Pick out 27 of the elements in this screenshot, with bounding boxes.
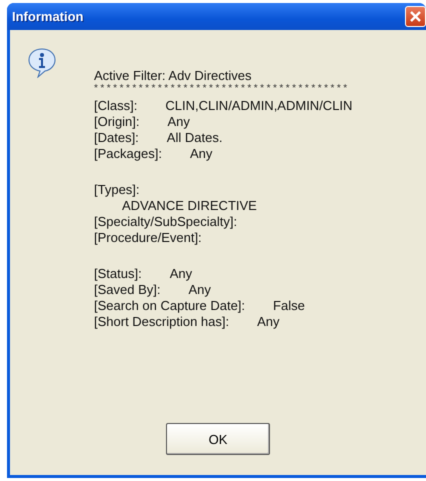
info-icon (28, 48, 56, 78)
filter-value: Any (188, 282, 211, 298)
filter-value: Any (257, 314, 280, 330)
filter-value: False (273, 298, 305, 314)
filter-label: [Search on Capture Date]: (94, 298, 246, 314)
filter-value: All Dates. (166, 130, 222, 146)
filter-label: [Class]: (94, 98, 138, 114)
asterisk-separator: **************************************** (94, 84, 350, 96)
close-icon (409, 10, 422, 23)
filter-text: [Specialty/SubSpecialty]: (94, 214, 238, 230)
filter-text: ADVANCE DIRECTIVE (122, 198, 257, 214)
filter-label: [Packages]: (94, 146, 162, 162)
window-title: Information (12, 9, 84, 24)
filter-value: Any (168, 114, 190, 130)
filter-text: [Types]: (94, 182, 140, 198)
filter-text: Active Filter: Adv Directives (94, 68, 252, 84)
filter-label: [Origin]: (94, 114, 140, 130)
filter-value: Any (190, 146, 212, 162)
filter-text: [Procedure/Event]: (94, 230, 202, 246)
filter-label: [Status]: (94, 266, 142, 282)
close-button[interactable] (405, 6, 426, 27)
filter-label: [Short Description has]: (94, 314, 230, 330)
filter-value: Any (170, 266, 192, 282)
filter-value: CLIN,CLIN/ADMIN,ADMIN/CLIN (165, 98, 352, 114)
filter-label: [Saved By]: (94, 282, 160, 298)
filter-label: [Dates]: (94, 130, 139, 146)
ok-button[interactable]: OK (166, 423, 270, 455)
